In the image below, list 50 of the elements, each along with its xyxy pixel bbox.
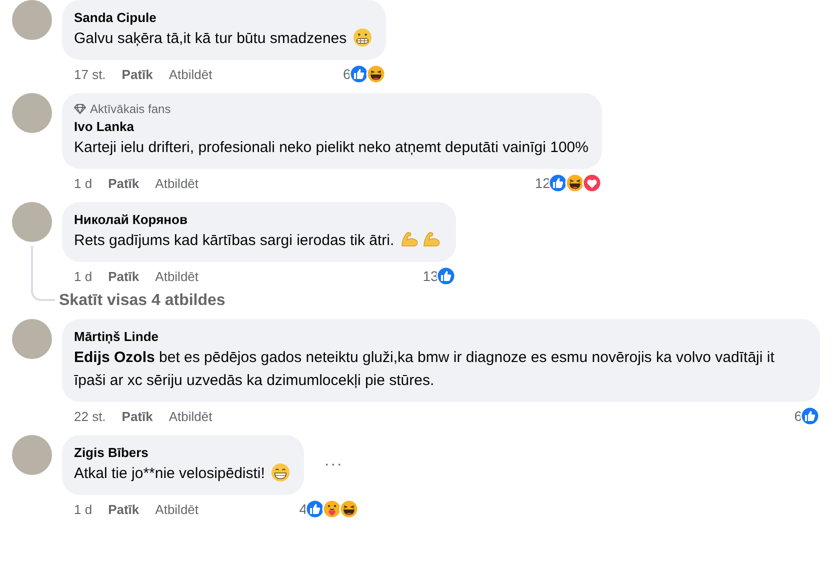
timestamp[interactable]: 1 d — [74, 176, 92, 190]
timestamp[interactable]: 17 st. — [74, 66, 106, 82]
author-name[interactable]: Николай Корянов — [74, 211, 442, 229]
timestamp[interactable]: 1 d — [74, 502, 92, 516]
avatar[interactable] — [12, 319, 52, 359]
author-name[interactable]: Mārtiņš Linde — [74, 328, 806, 346]
laughing-face-icon — [366, 64, 386, 84]
reaction-count[interactable]: 4 — [299, 501, 307, 517]
thumbs-up-icon — [305, 499, 325, 519]
thumbs-up-icon — [436, 266, 456, 286]
like-link[interactable]: Patīk — [108, 268, 140, 284]
avatar[interactable] — [12, 93, 52, 133]
timestamp[interactable]: 22 st. — [74, 408, 106, 424]
reply-link[interactable]: Atbildēt — [155, 268, 199, 284]
like-link[interactable]: Patīk — [122, 66, 153, 82]
laughing-face-icon — [565, 173, 586, 193]
avatar[interactable] — [12, 435, 52, 475]
author-name[interactable]: Ivo Lanka — [74, 118, 588, 136]
thumbs-up-icon — [800, 406, 820, 426]
reply-link[interactable]: Atbildēt — [168, 408, 212, 424]
avatar[interactable] — [12, 202, 52, 242]
diamond-icon — [74, 103, 86, 115]
more-options-button[interactable]: ··· — [318, 456, 350, 474]
reaction-count[interactable]: 6 — [343, 66, 351, 82]
like-link[interactable]: Patīk — [108, 176, 140, 190]
badge-label: Aktīvākais fans — [90, 102, 171, 116]
view-replies-link[interactable]: Skatīt visas 4 atbildes — [59, 292, 226, 310]
comment-text: Karteji ielu drifteri, profesionali neko pielikt neko atņemt deputāti vainīgi 100% — [74, 139, 588, 156]
reply-link[interactable]: Atbildēt — [155, 176, 199, 190]
author-name[interactable]: Zigis Bībers — [74, 444, 290, 462]
comment-text: Edijs Ozols bet es pēdējos gados neteiktu gluži,ka bmw ir diagnoze es esmu novērojis ka volvo vadītāji it īpaši ar xc sēriju uzvedās ka dzimumlocekļi pie stūres. — [74, 349, 774, 389]
flexed-biceps-icon — [400, 229, 420, 249]
author-name[interactable]: Sanda Cipule — [74, 9, 372, 27]
grinning-face-icon — [271, 463, 290, 482]
reply-link[interactable]: Atbildēt — [168, 66, 212, 82]
laughing-face-icon — [339, 499, 359, 519]
comment-text: Atkal tie jo**nie velosipēdisti! — [74, 465, 265, 482]
flexed-biceps-icon — [422, 229, 442, 249]
grimacing-face-icon — [352, 28, 372, 47]
thread-line — [31, 246, 55, 301]
like-link[interactable]: Patīk — [122, 408, 153, 424]
hugging-face-icon — [322, 499, 342, 519]
comment-text: Galvu saķēra tā,it kā tur būtu smadzenes — [74, 30, 347, 47]
comment-text: Rets gadījums kad kārtības sargi ierodas tik ātri. — [74, 232, 394, 249]
like-link[interactable]: Patīk — [108, 502, 140, 516]
timestamp[interactable]: 1 d — [74, 268, 92, 284]
thumbs-up-icon — [548, 173, 568, 193]
reply-link[interactable]: Atbildēt — [155, 502, 199, 516]
thumbs-up-icon — [348, 64, 369, 84]
avatar[interactable] — [12, 0, 52, 40]
